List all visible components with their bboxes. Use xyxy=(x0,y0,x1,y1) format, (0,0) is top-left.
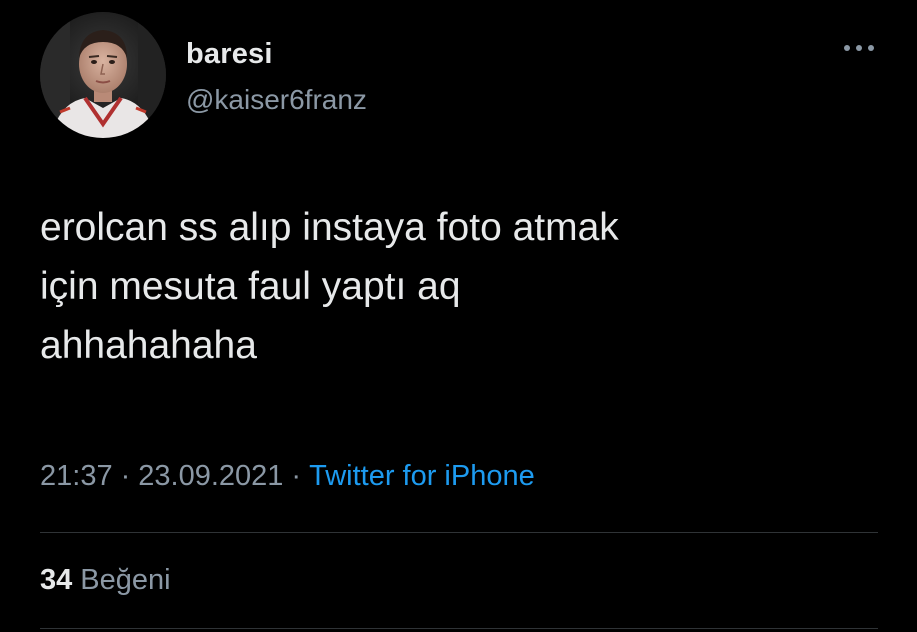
divider xyxy=(40,628,878,629)
tweet-meta: 21:37 · 23.09.2021 · Twitter for iPhone xyxy=(40,460,535,493)
divider xyxy=(40,532,878,533)
meta-separator: · xyxy=(120,460,131,492)
user-handle[interactable]: @kaiser6franz xyxy=(186,84,367,116)
avatar[interactable] xyxy=(40,12,166,138)
tweet-time[interactable]: 21:37 xyxy=(40,460,113,492)
tweet-card: baresi @kaiser6franz erolcan ss alıp ins… xyxy=(0,0,917,632)
more-horizontal-icon[interactable] xyxy=(838,36,880,60)
display-name[interactable]: baresi xyxy=(186,38,273,71)
likes-stat[interactable]: 34 Beğeni xyxy=(40,564,171,597)
tweet-source-link[interactable]: Twitter for iPhone xyxy=(309,460,535,492)
likes-count: 34 xyxy=(40,564,73,596)
likes-label: Beğeni xyxy=(80,564,171,596)
tweet-date[interactable]: 23.09.2021 xyxy=(138,460,283,492)
avatar-image xyxy=(40,12,166,138)
tweet-text: erolcan ss alıp instaya foto atmak için … xyxy=(40,206,619,367)
meta-separator: · xyxy=(291,460,302,492)
